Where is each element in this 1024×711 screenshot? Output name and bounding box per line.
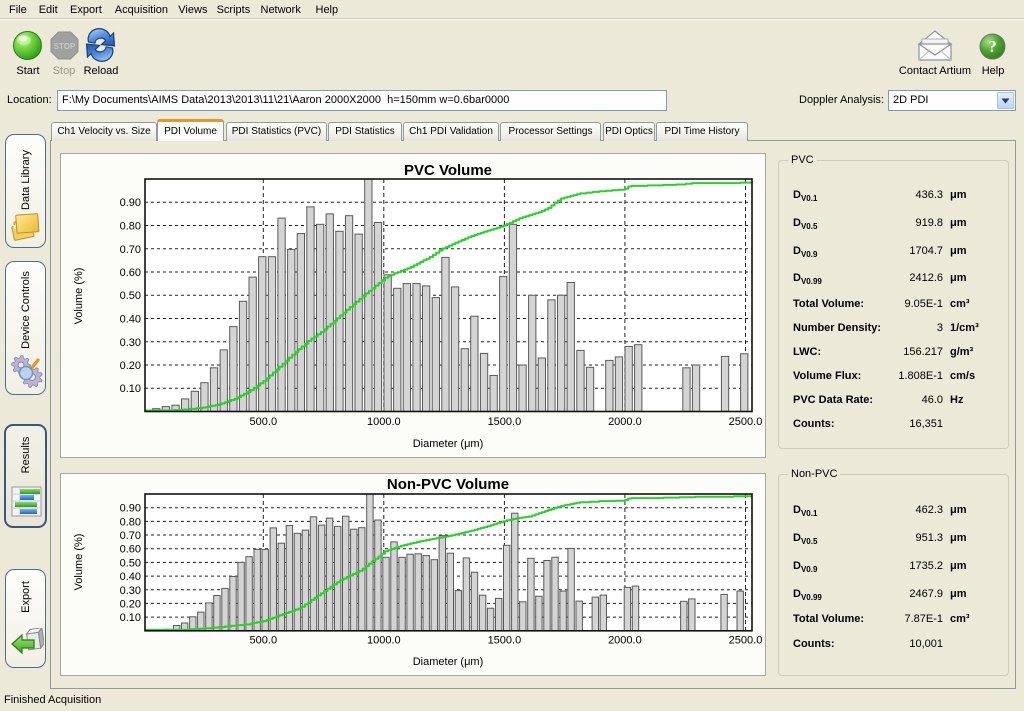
svg-text:Volume (%): Volume (%) <box>73 268 85 325</box>
svg-text:Diameter (μm): Diameter (μm) <box>413 656 484 668</box>
svg-text:0.20: 0.20 <box>120 598 141 610</box>
svg-text:0.90: 0.90 <box>120 503 141 515</box>
svg-text:0.30: 0.30 <box>120 585 141 597</box>
svg-text:1000.0: 1000.0 <box>367 416 401 428</box>
svg-text:1500.0: 1500.0 <box>488 635 522 647</box>
svg-text:2000.0: 2000.0 <box>608 635 642 647</box>
svg-text:2000.0: 2000.0 <box>608 416 642 428</box>
svg-text:0.60: 0.60 <box>120 267 141 279</box>
svg-text:0.70: 0.70 <box>120 244 141 256</box>
svg-text:0.90: 0.90 <box>120 197 141 209</box>
svg-text:500.0: 500.0 <box>250 635 278 647</box>
svg-text:0.80: 0.80 <box>120 516 141 528</box>
svg-text:0.40: 0.40 <box>120 571 141 583</box>
svg-text:Diameter (μm): Diameter (μm) <box>413 438 484 450</box>
svg-text:Volume (%): Volume (%) <box>73 534 85 591</box>
svg-text:1500.0: 1500.0 <box>488 416 522 428</box>
svg-text:2500.0: 2500.0 <box>729 635 763 647</box>
svg-text:0.70: 0.70 <box>120 530 141 542</box>
svg-text:1000.0: 1000.0 <box>367 635 401 647</box>
svg-text:500.0: 500.0 <box>250 416 278 428</box>
svg-text:PVC Volume: PVC Volume <box>404 162 492 179</box>
svg-text:STOP: STOP <box>54 42 76 51</box>
svg-text:0.10: 0.10 <box>120 612 141 624</box>
svg-text:2500.0: 2500.0 <box>729 416 763 428</box>
svg-text:0.50: 0.50 <box>120 290 141 302</box>
svg-text:Non-PVC Volume: Non-PVC Volume <box>387 476 509 493</box>
svg-text:0.30: 0.30 <box>120 337 141 349</box>
svg-text:0.60: 0.60 <box>120 544 141 556</box>
svg-text:0.80: 0.80 <box>120 221 141 233</box>
svg-text:0.40: 0.40 <box>120 314 141 326</box>
svg-text:0.20: 0.20 <box>120 360 141 372</box>
svg-text:0.50: 0.50 <box>120 557 141 569</box>
svg-text:0.10: 0.10 <box>120 383 141 395</box>
svg-text:?: ? <box>988 37 997 56</box>
